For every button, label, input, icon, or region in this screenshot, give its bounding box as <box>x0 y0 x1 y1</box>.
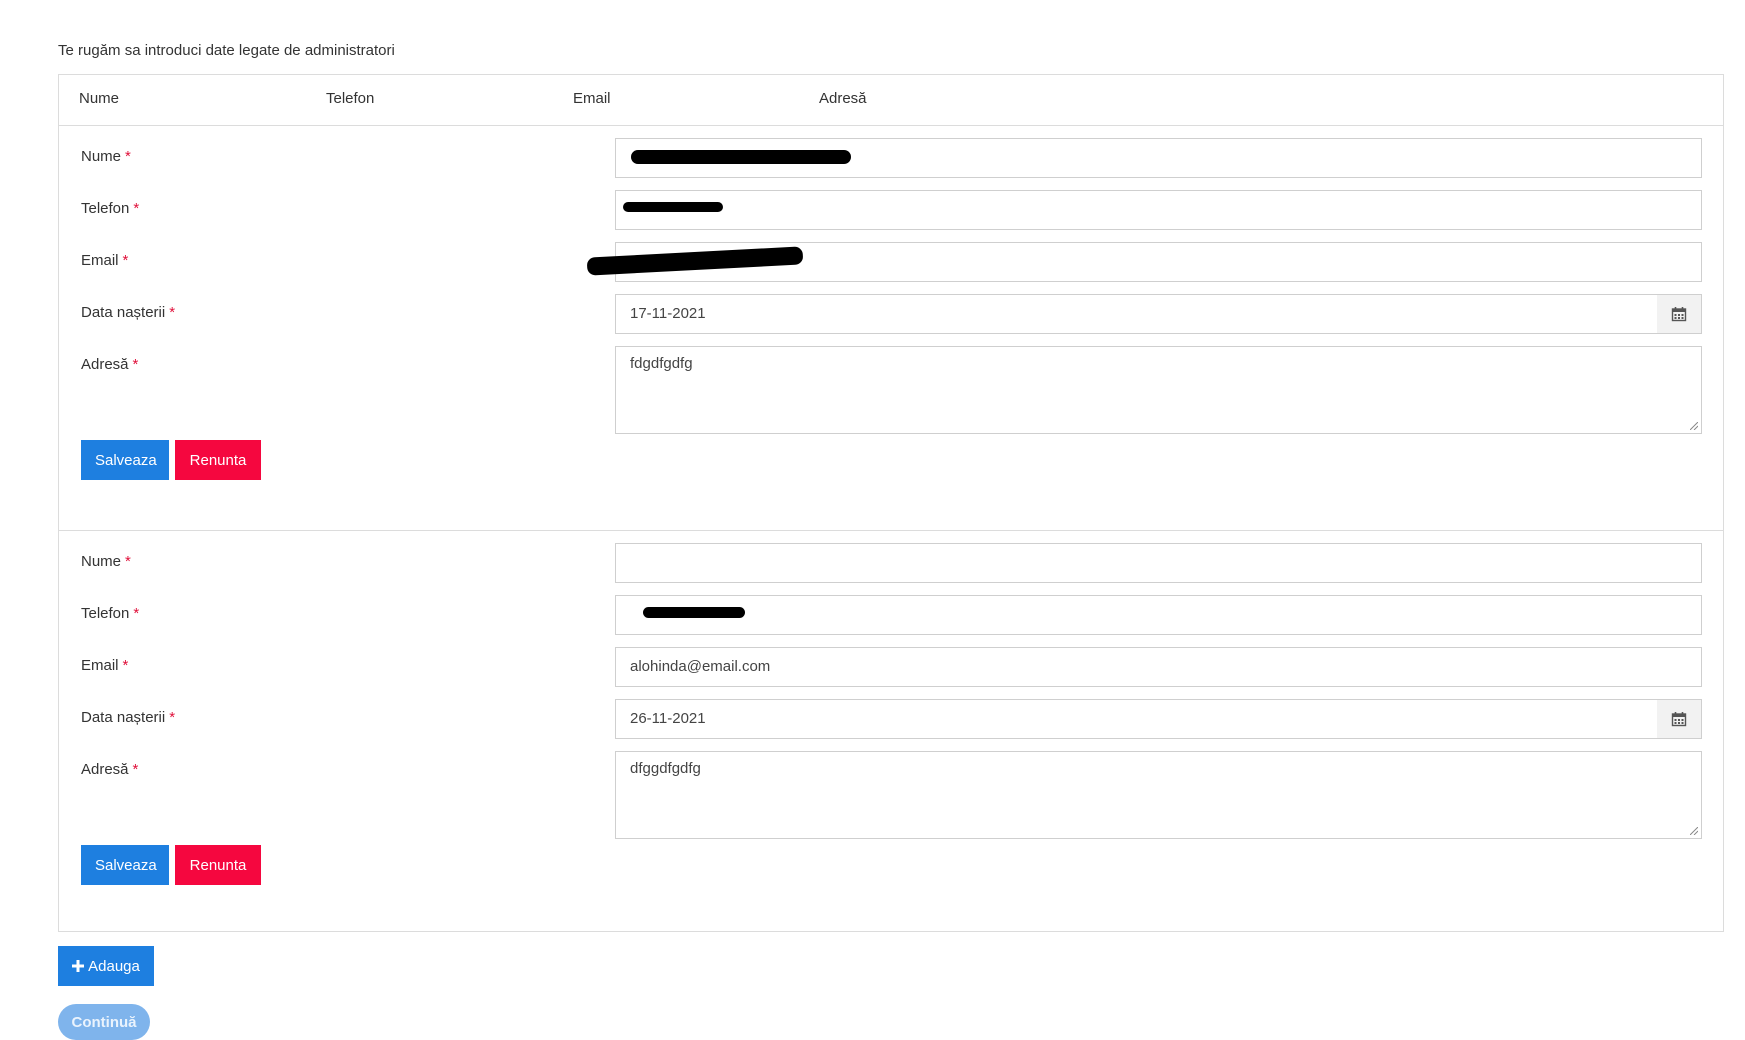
cancel-button[interactable]: Renunta <box>175 440 261 480</box>
phone-input[interactable] <box>615 595 1702 635</box>
name-input[interactable] <box>615 543 1702 583</box>
phone-input[interactable] <box>615 190 1702 230</box>
email-input[interactable]: alohinda@email.com <box>615 647 1702 687</box>
calendar-icon <box>1671 712 1687 727</box>
calendar-button[interactable] <box>1657 699 1702 739</box>
calendar-button[interactable] <box>1657 294 1702 334</box>
address-label: Adresă * <box>81 356 139 373</box>
header-adresa: Adresă <box>819 90 867 107</box>
continue-button[interactable]: Continuă <box>58 1004 150 1040</box>
birth-label: Data nașterii * <box>81 709 176 726</box>
address-value: dfggdfgdfg <box>630 760 701 777</box>
name-label: Nume * <box>81 148 131 165</box>
plus-icon <box>72 960 85 972</box>
header-email: Email <box>573 90 611 107</box>
page: Te rugăm sa introduci date legate de adm… <box>0 0 1745 1040</box>
header-nume: Nume <box>79 90 120 107</box>
intro-text: Te rugăm sa introduci date legate de adm… <box>58 42 395 59</box>
add-administrator-button[interactable]: Adauga <box>58 946 154 986</box>
calendar-icon <box>1671 307 1687 322</box>
resize-handle-icon[interactable] <box>1690 422 1698 430</box>
add-button-label: Adauga <box>88 957 140 975</box>
administrator-form-2: Nume * Telefon * Email * alohinda@email.com… <box>59 531 1723 935</box>
name-label: Nume * <box>81 553 131 570</box>
redaction-mark <box>631 150 851 164</box>
resize-handle-icon[interactable] <box>1690 827 1698 835</box>
redaction-mark <box>643 607 745 618</box>
address-label: Adresă * <box>81 761 139 778</box>
phone-label: Telefon * <box>81 200 140 217</box>
redaction-mark <box>623 202 723 212</box>
table-header: Nume Telefon Email Adresă <box>59 75 1723 126</box>
birth-label: Data nașterii * <box>81 304 176 321</box>
address-textarea[interactable]: fdgdfgdfg <box>615 346 1702 434</box>
save-button[interactable]: Salveaza <box>81 440 169 480</box>
email-label: Email * <box>81 657 129 674</box>
address-value: fdgdfgdfg <box>630 355 693 372</box>
administrators-panel: Nume Telefon Email Adresă Nume * Telefon *… <box>58 74 1724 932</box>
address-textarea[interactable]: dfggdfgdfg <box>615 751 1702 839</box>
cancel-button[interactable]: Renunta <box>175 845 261 885</box>
save-button[interactable]: Salveaza <box>81 845 169 885</box>
birth-date-input[interactable]: 26-11-2021 <box>615 699 1658 739</box>
administrator-form-1: Nume * Telefon * Email * Data nașterii * 17-… <box>59 126 1723 531</box>
header-telefon: Telefon <box>326 90 375 107</box>
phone-label: Telefon * <box>81 605 140 622</box>
birth-date-input[interactable]: 17-11-2021 <box>615 294 1658 334</box>
email-label: Email * <box>81 252 129 269</box>
